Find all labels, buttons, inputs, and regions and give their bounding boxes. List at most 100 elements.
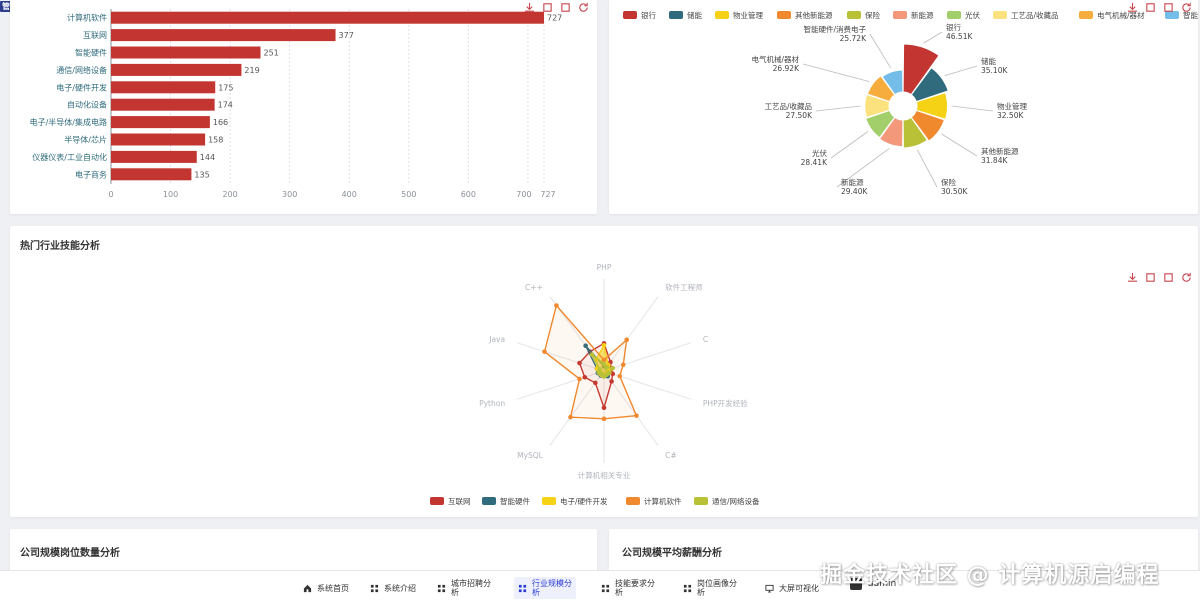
nav-item-home[interactable]: 系统首页 xyxy=(303,577,357,599)
nav-label: 大屏可视化 xyxy=(779,583,819,593)
slice-name-label: 智能硬件/消费电子 xyxy=(803,24,866,34)
slice-value-label: 27.50K xyxy=(786,111,813,120)
x-tick-label: 727 xyxy=(540,190,555,199)
x-tick-label: 200 xyxy=(222,190,237,199)
category-label: 仪器仪表/工业自动化 xyxy=(32,152,107,162)
slice-name-label: 新能源 xyxy=(841,177,864,187)
radar-point xyxy=(620,362,626,368)
radar-indicator-label: C++ xyxy=(525,283,543,292)
slice-name-label: 保险 xyxy=(941,177,956,187)
data-view-icon[interactable] xyxy=(1145,272,1157,284)
restore-icon[interactable] xyxy=(578,2,590,14)
restore-icon[interactable] xyxy=(1181,2,1193,14)
legend-swatch xyxy=(993,11,1007,19)
x-tick-label: 0 xyxy=(108,190,113,199)
legend-label: 银行 xyxy=(641,10,656,20)
legend-label: 计算机软件 xyxy=(644,496,682,506)
bar xyxy=(111,63,242,76)
label-leader xyxy=(951,105,994,112)
slice-name-label: 光伏 xyxy=(812,148,827,158)
legend-label: 互联网 xyxy=(448,497,471,506)
radar-indicator-label: PHP xyxy=(597,263,612,272)
magic-type-icon[interactable] xyxy=(1163,272,1175,284)
radar-point xyxy=(634,413,639,418)
nav-item-bigscreen[interactable]: 大屏可视化 xyxy=(765,577,819,599)
slice-name-label: 储能 xyxy=(981,56,996,66)
nav-item-city[interactable]: 城市招聘分析 xyxy=(437,577,491,599)
nav-item-profile[interactable]: 岗位画像分析 xyxy=(683,577,737,599)
data-view-icon[interactable] xyxy=(1145,2,1157,14)
radar-point xyxy=(577,376,582,382)
bar xyxy=(111,116,210,129)
industry-salary-card: 银行储能物业管理其他新能源保险新能源光伏工艺品/收藏品电气机械/器材智能硬件/消… xyxy=(609,0,1200,214)
label-leader xyxy=(815,105,861,112)
radar-point xyxy=(554,303,559,308)
skills-radar-chart: PHP 软件工程师 C PHP开发经验 C# 计算机相关专业 MySQL Python Java… xyxy=(430,263,760,506)
legend-swatch xyxy=(669,11,683,19)
restore-icon[interactable] xyxy=(1181,272,1193,284)
nav-item-industry[interactable]: 行业规模分析 xyxy=(514,577,576,599)
grid-icon xyxy=(601,584,610,592)
download-icon[interactable] xyxy=(524,2,536,14)
legend-swatch xyxy=(1079,11,1093,19)
download-icon[interactable] xyxy=(1127,272,1139,284)
category-label: 互联网 xyxy=(83,31,107,40)
slice-name-label: 其他新能源 xyxy=(981,146,1019,156)
industry-count-card: 0 100 200 300 400 500 600 700 727 计算机软件 727 互联网 377 智… xyxy=(10,0,597,214)
dashboard-root: 管理 0100200300400500600700727计算机软件727互联网3… xyxy=(0,0,1200,603)
magic-type-icon[interactable] xyxy=(560,2,572,14)
download-icon[interactable] xyxy=(1127,2,1139,14)
radar-indicator-label: Python xyxy=(479,399,505,408)
magic-type-icon[interactable] xyxy=(1163,2,1175,14)
label-leader xyxy=(916,149,938,188)
radar-point xyxy=(597,367,602,372)
nav-item-skills[interactable]: 技能要求分析 xyxy=(601,577,655,599)
slice-value-label: 35.10K xyxy=(981,66,1008,75)
slice-value-label: 30.50K xyxy=(941,187,968,196)
data-label: 174 xyxy=(218,101,233,110)
legend-label: 物业管理 xyxy=(733,10,763,20)
category-label: 电子/半导体/集成电路 xyxy=(30,117,107,127)
legend-label: 新能源 xyxy=(911,10,934,20)
skills-card: 热门行业技能分析 PHP 软件工程师 C PHP开发经验 C# 计算机相关专业 MySQL P… xyxy=(10,226,1198,517)
bar-toolbox xyxy=(524,2,590,14)
x-tick-label: 600 xyxy=(461,190,476,199)
legend-label: 储能 xyxy=(687,10,702,20)
industry-rose-chart: 银行储能物业管理其他新能源保险新能源光伏工艺品/收藏品电气机械/器材智能硬件/消… xyxy=(623,10,1200,196)
slice-name-label: 银行 xyxy=(946,22,961,32)
legend-label: 智能硬件 xyxy=(500,496,530,506)
x-tick-label: 700 xyxy=(516,190,531,199)
bar xyxy=(111,168,192,181)
nav-label: 系统首页 xyxy=(317,583,349,593)
radar-indicator-label: PHP开发经验 xyxy=(703,398,748,408)
data-label: 158 xyxy=(208,136,223,145)
home-icon xyxy=(303,584,312,592)
radar-point xyxy=(568,414,573,420)
radar-indicator-label: 计算机相关专业 xyxy=(578,470,631,480)
legend-label: 光伏 xyxy=(965,10,980,20)
data-view-icon[interactable] xyxy=(542,2,554,14)
slice-value-label: 28.41K xyxy=(801,158,828,167)
nav-label: 行业规模分析 xyxy=(532,579,572,597)
slice-value-label: 32.50K xyxy=(997,111,1024,120)
legend-swatch xyxy=(777,11,791,19)
nav-label: 城市招聘分析 xyxy=(451,579,491,597)
legend-label: 电子/硬件开发 xyxy=(560,496,608,506)
radar-point xyxy=(542,349,547,354)
label-leader xyxy=(941,133,978,157)
legend-swatch xyxy=(847,11,861,19)
slice-value-label: 46.51K xyxy=(946,32,973,41)
pie-toolbox xyxy=(1127,2,1193,14)
x-tick-label: 400 xyxy=(342,190,357,199)
nav-label: 岗位画像分析 xyxy=(697,579,737,597)
radar-indicator-label: C xyxy=(703,335,708,344)
data-label: 251 xyxy=(263,49,278,58)
slice-value-label: 31.84K xyxy=(981,156,1008,165)
industry-bar-chart: 0 100 200 300 400 500 600 700 727 计算机软件 727 互联网 377 智… xyxy=(30,9,562,199)
nav-item-intro[interactable]: 系统介绍 xyxy=(370,577,424,599)
bar xyxy=(111,46,261,59)
radar-indicator-label: C# xyxy=(665,451,677,460)
data-label: 166 xyxy=(213,118,228,127)
radar-point xyxy=(624,337,630,343)
data-label: 377 xyxy=(339,31,354,40)
